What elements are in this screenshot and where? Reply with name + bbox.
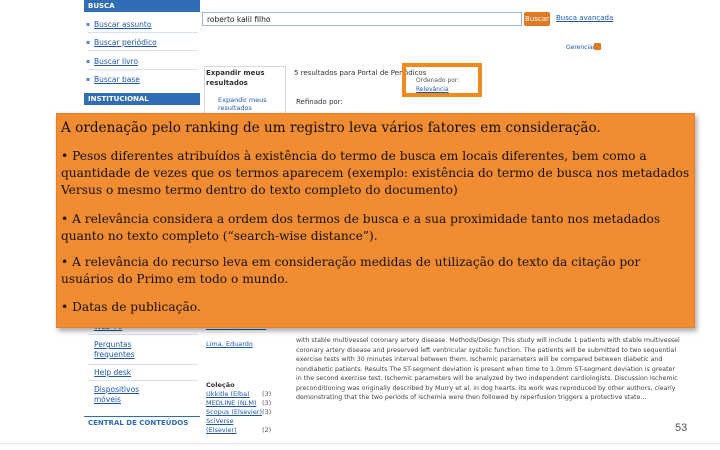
- sidebar-item-buscar-base[interactable]: Buscar base: [94, 75, 140, 84]
- rss-icon[interactable]: [594, 43, 601, 50]
- divider: [88, 69, 198, 70]
- overlay-item: • Pesos diferentes atribuídos à existênc…: [61, 148, 691, 199]
- search-button[interactable]: Buscar: [524, 12, 550, 26]
- overlay-item-text: A relevância considera a ordem dos termo…: [61, 212, 661, 243]
- collection-count: (3): [262, 399, 272, 407]
- sidebar-item-dispositivos[interactable]: Dispositivos móveis: [94, 385, 154, 405]
- collection-item[interactable]: Scopus (Elsevier): [206, 408, 262, 416]
- bullet-icon: •: [61, 149, 69, 163]
- divider: [88, 364, 198, 365]
- sidebar-item-buscar-livro[interactable]: Buscar livro: [94, 57, 138, 66]
- overlay-item: • Datas de publicação.: [61, 299, 691, 316]
- author-link[interactable]: Lima, Eduardo: [206, 340, 253, 348]
- sort-select[interactable]: Relevância: [416, 86, 449, 93]
- page-number: 53: [675, 422, 688, 434]
- divider: [88, 380, 198, 381]
- sidebar-item-buscar-assunto[interactable]: Buscar assunto: [94, 20, 151, 29]
- bullet-icon: •: [61, 255, 69, 269]
- sidebar-item-help-desk[interactable]: Help desk: [94, 368, 131, 377]
- collection-count: (3): [262, 390, 272, 398]
- overlay-title: A ordenação pelo ranking de um registro …: [61, 120, 601, 136]
- bullet-icon: ▪: [86, 39, 91, 46]
- bullet-icon: ▪: [86, 76, 91, 83]
- overlay-item: • A relevância do recurso leva em consid…: [61, 254, 691, 288]
- overlay-item-text: A relevância do recurso leva em consider…: [61, 255, 641, 286]
- collection-item[interactable]: (Elsevier): [206, 426, 237, 434]
- advanced-search-link[interactable]: Busca avançada: [556, 14, 613, 22]
- refined-by-label: Refinado por:: [296, 98, 343, 106]
- divider: [88, 334, 198, 335]
- divider: [88, 32, 198, 33]
- sidebar-item-perguntas[interactable]: Perguntas frequentes: [94, 340, 154, 360]
- search-input[interactable]: roberto kalil filho: [202, 12, 522, 26]
- divider: [88, 50, 198, 51]
- sidebar-header-central: CENTRAL DE CONTEÚDOS: [84, 416, 200, 438]
- overlay-item: • A relevância considera a ordem dos ter…: [61, 211, 691, 245]
- abstract-text: with stable multivessel coronary artery …: [296, 337, 680, 401]
- collection-count: (3): [262, 408, 272, 416]
- refine-title: Expandir meus resultados: [206, 69, 265, 87]
- collection-item[interactable]: SciVerse: [206, 417, 234, 425]
- collection-item[interactable]: MEDLINE (NLM): [206, 399, 256, 407]
- facet-title: Coleção: [206, 381, 235, 389]
- collection-count: (2): [262, 426, 272, 434]
- explanation-overlay: A ordenação pelo ranking de um registro …: [56, 113, 695, 328]
- bullet-icon: ▪: [86, 58, 91, 65]
- sidebar-header-institucional: INSTITUCIONAL: [84, 93, 200, 105]
- sidebar-item-buscar-periodico[interactable]: Buscar periódico: [94, 38, 157, 47]
- overlay-item-text: Pesos diferentes atribuídos à existência…: [61, 149, 690, 197]
- result-abstract: with stable multivessel coronary artery …: [296, 336, 682, 403]
- sort-label: Ordenado por:: [416, 77, 460, 84]
- overlay-item-text: Datas de publicação.: [72, 300, 201, 314]
- divider: [0, 443, 720, 444]
- slide: BUSCA ▪ Buscar assunto ▪ Buscar periódic…: [0, 0, 720, 450]
- bullet-icon: ▪: [86, 21, 91, 28]
- bullet-icon: •: [61, 212, 69, 226]
- expand-results-checkbox[interactable]: Expandir meus resultados: [218, 96, 278, 112]
- manage-link[interactable]: Gerenciar: [566, 44, 595, 51]
- collection-item[interactable]: Ukkitle (Elba): [206, 390, 250, 398]
- bullet-icon: •: [61, 300, 69, 314]
- sidebar-header-busca: BUSCA: [84, 0, 200, 12]
